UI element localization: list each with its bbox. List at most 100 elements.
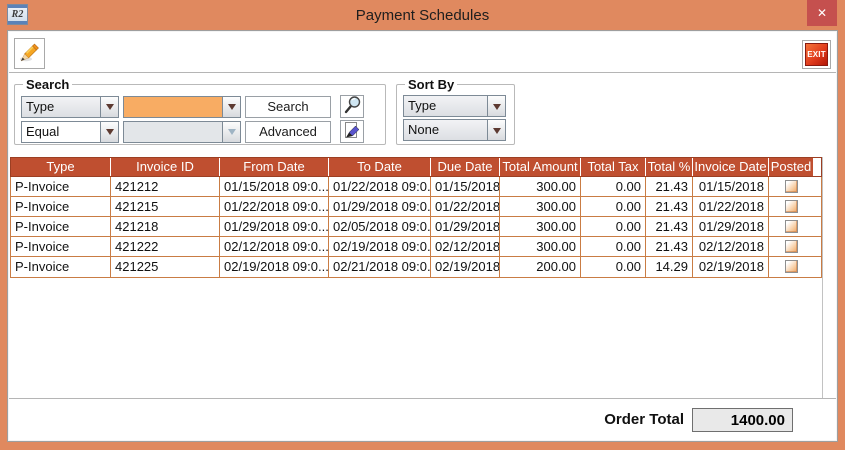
order-total-label: Order Total: [604, 411, 684, 428]
column-header-due-date[interactable]: Due Date: [431, 158, 500, 176]
chevron-down-icon[interactable]: [487, 96, 505, 116]
table-row[interactable]: P-Invoice 421225 02/19/2018 09:0... 02/21/2…: [11, 257, 821, 277]
sort-primary-combo[interactable]: Type: [403, 95, 506, 117]
table-row[interactable]: P-Invoice 421222 02/12/2018 09:0... 02/19/2…: [11, 237, 821, 257]
chevron-down-icon[interactable]: [100, 96, 118, 117]
column-header-total-tax[interactable]: Total Tax: [581, 158, 646, 176]
exit-button[interactable]: EXIT: [802, 40, 831, 69]
sort-row-2: None: [403, 119, 514, 141]
close-button[interactable]: ✕: [807, 0, 837, 26]
column-header-from-date[interactable]: From Date: [220, 158, 329, 176]
window-title: Payment Schedules: [355, 6, 490, 24]
cell-to-date: 01/22/2018 09:0...: [329, 177, 431, 196]
cell-due-date: 02/19/2018: [431, 257, 500, 277]
column-header-total-[interactable]: Total %: [646, 158, 693, 176]
cell-total-: 14.29: [646, 257, 693, 277]
cell-due-date: 02/12/2018: [431, 237, 500, 256]
cell-posted: [769, 257, 813, 277]
cell-total-amount: 300.00: [500, 217, 581, 236]
cell-from-date: 01/22/2018 09:0...: [220, 197, 329, 216]
column-header-invoice-date[interactable]: Invoice Date: [693, 158, 769, 176]
cell-invoice-id: 421218: [111, 217, 220, 236]
cell-type: P-Invoice: [11, 177, 111, 196]
toolbar-divider: [9, 72, 836, 74]
cell-total-amount: 300.00: [500, 177, 581, 196]
cell-posted: [769, 197, 813, 216]
table-row[interactable]: P-Invoice 421218 01/29/2018 09:0... 02/05/2…: [11, 217, 821, 237]
cell-type: P-Invoice: [11, 237, 111, 256]
search-row-1: Type Search: [21, 95, 385, 118]
cell-to-date: 02/21/2018 09:0...: [329, 257, 431, 277]
cell-to-date: 02/05/2018 09:0...: [329, 217, 431, 236]
cell-total-: 21.43: [646, 197, 693, 216]
cell-total-amount: 300.00: [500, 237, 581, 256]
cell-invoice-date: 01/22/2018: [693, 197, 769, 216]
sort-by-group: Sort By Type None: [396, 77, 515, 145]
cell-total-tax: 0.00: [581, 177, 646, 196]
cell-invoice-date: 01/15/2018: [693, 177, 769, 196]
cell-type: P-Invoice: [11, 217, 111, 236]
search-value-combo-value: [124, 96, 222, 117]
advanced-button[interactable]: Advanced: [245, 120, 331, 143]
chevron-down-icon[interactable]: [100, 121, 118, 142]
cell-invoice-id: 421225: [111, 257, 220, 277]
column-header-total-amount[interactable]: Total Amount: [500, 158, 581, 176]
cell-invoice-id: 421215: [111, 197, 220, 216]
search-field-combo-value: Type: [22, 96, 100, 117]
table-row[interactable]: P-Invoice 421212 01/15/2018 09:0... 01/22/2…: [11, 177, 821, 197]
sort-secondary-combo-value: None: [404, 120, 487, 140]
sort-primary-combo-value: Type: [404, 96, 487, 116]
search-field-combo[interactable]: Type: [21, 95, 119, 118]
cell-from-date: 01/15/2018 09:0...: [220, 177, 329, 196]
cell-total-tax: 0.00: [581, 237, 646, 256]
pencil-icon: [18, 40, 42, 67]
posted-checkbox[interactable]: [784, 260, 798, 273]
search-value-combo[interactable]: [123, 95, 241, 118]
search-group: Search Type Search Equal Advanced: [14, 77, 386, 145]
cell-invoice-date: 02/12/2018: [693, 237, 769, 256]
cell-from-date: 01/29/2018 09:0...: [220, 217, 329, 236]
chevron-down-icon[interactable]: [222, 96, 240, 117]
search-operator-combo[interactable]: Equal: [21, 120, 119, 143]
order-total-value: 1400.00: [730, 411, 785, 429]
exit-icon: EXIT: [805, 43, 828, 66]
cell-posted: [769, 237, 813, 256]
search-button[interactable]: Search: [245, 95, 331, 118]
posted-checkbox[interactable]: [784, 200, 798, 213]
cell-invoice-date: 02/19/2018: [693, 257, 769, 277]
search-group-legend: Search: [26, 77, 70, 92]
chevron-down-icon[interactable]: [487, 120, 505, 140]
column-header-to-date[interactable]: To Date: [329, 158, 431, 176]
cell-from-date: 02/19/2018 09:0...: [220, 257, 329, 277]
cell-from-date: 02/12/2018 09:0...: [220, 237, 329, 256]
cell-invoice-date: 01/29/2018: [693, 217, 769, 236]
search-operator-combo-value: Equal: [22, 121, 100, 142]
order-total-field: 1400.00: [692, 408, 793, 432]
search-value2-combo: [123, 120, 241, 143]
content-panel: EXIT Search Type Search Equal Advanced S…: [7, 30, 838, 442]
cell-total-: 21.43: [646, 177, 693, 196]
cell-due-date: 01/22/2018: [431, 197, 500, 216]
posted-checkbox[interactable]: [784, 180, 798, 193]
edit-button[interactable]: [14, 38, 45, 69]
sort-secondary-combo[interactable]: None: [403, 119, 506, 141]
posted-checkbox[interactable]: [784, 240, 798, 253]
chevron-down-icon: [222, 121, 240, 142]
close-icon: ✕: [816, 6, 828, 20]
cell-total-: 21.43: [646, 217, 693, 236]
advanced-search-icon-button[interactable]: [340, 120, 364, 143]
search-value2-combo-value: [124, 121, 222, 142]
column-header-type[interactable]: Type: [11, 158, 111, 176]
posted-checkbox[interactable]: [784, 220, 798, 233]
search-row-2: Equal Advanced: [21, 120, 385, 143]
cell-invoice-id: 421212: [111, 177, 220, 196]
quick-search-button[interactable]: [340, 95, 364, 118]
column-header-posted[interactable]: Posted: [769, 158, 813, 176]
cell-to-date: 01/29/2018 09:0...: [329, 197, 431, 216]
magnifier-icon: [342, 95, 362, 118]
cell-total-tax: 0.00: [581, 217, 646, 236]
table-row[interactable]: P-Invoice 421215 01/22/2018 09:0... 01/29/2…: [11, 197, 821, 217]
table-body: P-Invoice 421212 01/15/2018 09:0... 01/22/2…: [10, 177, 822, 278]
payment-schedules-window: R2 Payment Schedules ✕ EXIT Search Type …: [0, 0, 845, 450]
column-header-invoice-id[interactable]: Invoice ID: [111, 158, 220, 176]
